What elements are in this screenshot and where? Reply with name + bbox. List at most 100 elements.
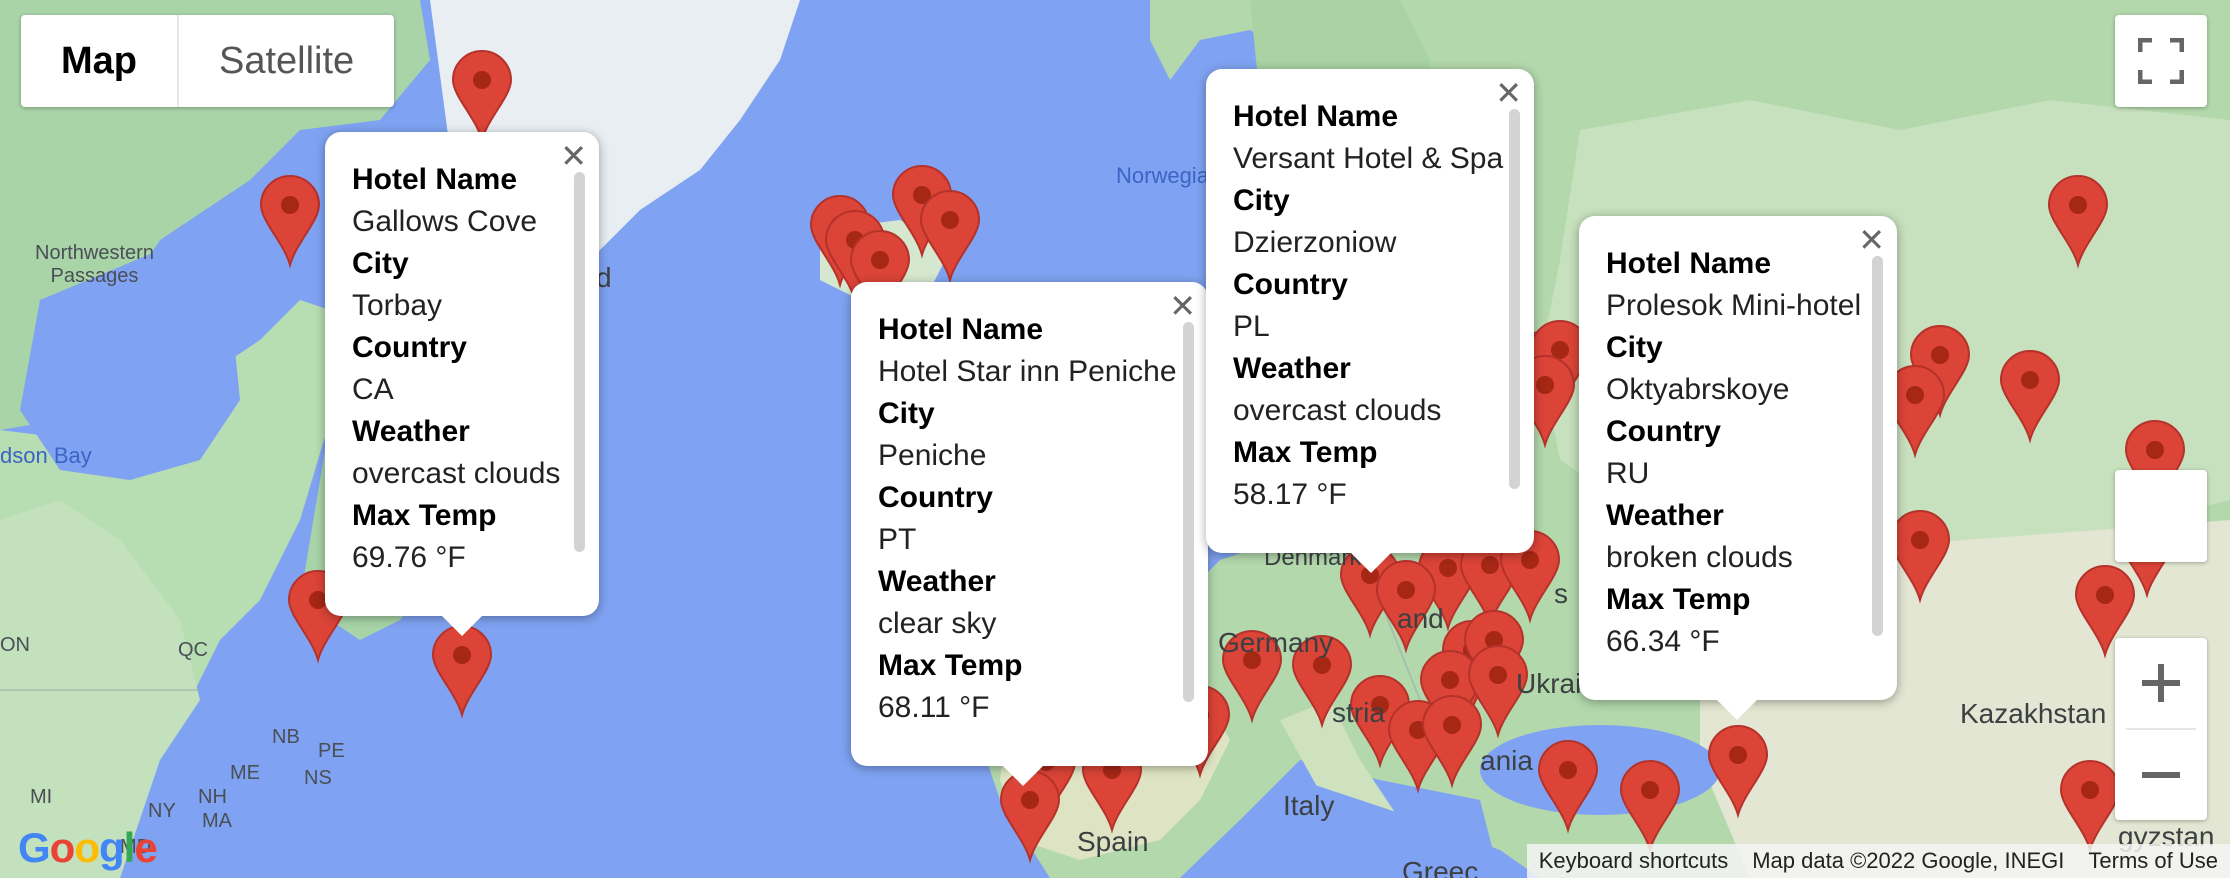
- map-pin-dot: [281, 196, 299, 214]
- map-pin-dot: [1439, 559, 1457, 577]
- map-pin-dot: [2146, 441, 2164, 459]
- field-label-hotel-name: Hotel Name: [1233, 100, 1399, 133]
- map-pin-dot: [2081, 781, 2099, 799]
- close-icon[interactable]: ✕: [1858, 224, 1885, 256]
- label-poland: and: [1397, 603, 1444, 634]
- field-value-max-temp: 68.11 °F: [878, 691, 990, 724]
- field-value-max-temp: 66.34 °F: [1606, 625, 1720, 658]
- label-ukraine: Ukrai: [1516, 668, 1582, 699]
- map-data-text: Map data ©2022 Google, INEGI: [1752, 848, 2065, 873]
- label-qc: QC: [178, 639, 208, 661]
- map-pin-dot: [453, 646, 471, 664]
- info-window-scrollbar[interactable]: [1872, 256, 1883, 636]
- field-label-max-temp: Max Temp: [878, 649, 1023, 682]
- label-northwestern-passages: Northwestern Passages: [35, 242, 154, 287]
- map-pin-dot: [1443, 716, 1461, 734]
- minus-icon: [2142, 772, 2180, 778]
- field-value-city: Dzierzoniow: [1233, 226, 1397, 259]
- close-icon[interactable]: ✕: [560, 140, 587, 172]
- info-window-pointer: [1001, 764, 1045, 786]
- field-value-hotel-name: Versant Hotel & Spa: [1233, 142, 1504, 175]
- map-pin-dot: [1021, 791, 1039, 809]
- map-pin-dot: [1931, 346, 1949, 364]
- label-ma: MA: [202, 810, 232, 832]
- fullscreen-icon: [2138, 38, 2184, 84]
- keyboard-shortcuts-link[interactable]: Keyboard shortcuts: [1527, 848, 1741, 874]
- info-window-oktyabrskoye: ✕ Hotel Name Prolesok Mini-hotel City Ok…: [1579, 216, 1897, 720]
- field-value-weather: broken clouds: [1606, 541, 1793, 574]
- label-me: ME: [230, 762, 260, 784]
- label-romania: ania: [1480, 745, 1533, 776]
- map-pin-dot: [1489, 666, 1507, 684]
- zoom-out-button[interactable]: [2115, 730, 2207, 820]
- label-pe: PE: [318, 740, 345, 762]
- field-value-country: PT: [878, 523, 917, 556]
- map-canvas[interactable]: Northwestern Passages dson Bay Norwegia …: [0, 0, 2230, 878]
- field-value-weather: overcast clouds: [352, 457, 561, 490]
- map-pin-dot: [1441, 671, 1459, 689]
- label-kazakhstan: Kazakhstan: [1960, 698, 2107, 729]
- street-view-control[interactable]: [2115, 470, 2207, 562]
- map-pin-dot: [1641, 781, 1659, 799]
- fullscreen-button[interactable]: [2115, 15, 2207, 107]
- map-pin-dot: [1911, 531, 1929, 549]
- map-pin-dot: [1481, 556, 1499, 574]
- field-label-city: City: [1606, 331, 1663, 364]
- label-germany: Germany: [1218, 627, 1334, 658]
- field-label-country: Country: [1606, 415, 1721, 448]
- field-value-country: RU: [1606, 457, 1650, 490]
- field-label-weather: Weather: [352, 415, 470, 448]
- label-ns: NS: [304, 767, 332, 789]
- info-window-scrollbar[interactable]: [1183, 322, 1194, 702]
- map-pin-dot: [2096, 586, 2114, 604]
- field-label-hotel-name: Hotel Name: [878, 313, 1044, 346]
- field-value-country: PL: [1233, 310, 1270, 343]
- map-pin-dot: [1559, 761, 1577, 779]
- info-window-content: Hotel Name Versant Hotel & Spa City Dzie…: [1233, 96, 1503, 516]
- label-austria: stria: [1332, 697, 1385, 728]
- info-window-scrollbar[interactable]: [1509, 109, 1520, 489]
- label-on: ON: [0, 634, 30, 656]
- map-type-map-button[interactable]: Map: [21, 15, 177, 107]
- field-label-city: City: [878, 397, 935, 430]
- label-norwegian-sea: Norwegia: [1116, 163, 1209, 188]
- map-attribution: Keyboard shortcuts Map data ©2022 Google…: [1526, 844, 2230, 878]
- label-nb: NB: [272, 726, 300, 748]
- map-pin-dot: [1906, 386, 1924, 404]
- terms-of-use-link[interactable]: Terms of Use: [2076, 848, 2230, 874]
- field-value-country: CA: [352, 373, 394, 406]
- field-label-hotel-name: Hotel Name: [1606, 247, 1772, 280]
- field-label-weather: Weather: [878, 565, 996, 598]
- field-value-hotel-name: Hotel Star inn Peniche: [878, 355, 1177, 388]
- field-value-weather: clear sky: [878, 607, 997, 640]
- label-hudson-bay: dson Bay: [0, 443, 92, 468]
- map-type-satellite-button[interactable]: Satellite: [179, 15, 394, 107]
- info-window-content: Hotel Name Hotel Star inn Peniche City P…: [878, 309, 1177, 729]
- map-pin-dot: [473, 71, 491, 89]
- zoom-in-button[interactable]: [2115, 638, 2207, 728]
- info-window-pointer: [1715, 698, 1759, 720]
- info-window-scrollbar[interactable]: [574, 172, 585, 552]
- field-label-weather: Weather: [1606, 499, 1724, 532]
- field-label-max-temp: Max Temp: [1606, 583, 1751, 616]
- info-window-pointer: [440, 614, 484, 636]
- map-pin-dot: [2021, 371, 2039, 389]
- info-window-peniche: ✕ Hotel Name Hotel Star inn Peniche City…: [851, 282, 1208, 786]
- label-greece: Greec: [1402, 856, 1479, 878]
- field-label-hotel-name: Hotel Name: [352, 163, 518, 196]
- label-nh: NH: [198, 786, 227, 808]
- field-label-weather: Weather: [1233, 352, 1351, 385]
- field-label-max-temp: Max Temp: [352, 499, 497, 532]
- map-type-control: Map Satellite: [21, 15, 395, 107]
- google-logo[interactable]: Google: [18, 824, 158, 872]
- field-label-country: Country: [878, 481, 993, 514]
- info-window-pointer: [1349, 551, 1393, 573]
- map-pin-dot: [1536, 376, 1554, 394]
- label-lithuania: s: [1554, 578, 1568, 609]
- label-mi: MI: [30, 786, 53, 808]
- zoom-control: [2115, 638, 2207, 820]
- field-label-country: Country: [1233, 268, 1348, 301]
- field-value-city: Torbay: [352, 289, 443, 322]
- field-label-city: City: [352, 247, 409, 280]
- field-value-hotel-name: Prolesok Mini-hotel: [1606, 289, 1862, 322]
